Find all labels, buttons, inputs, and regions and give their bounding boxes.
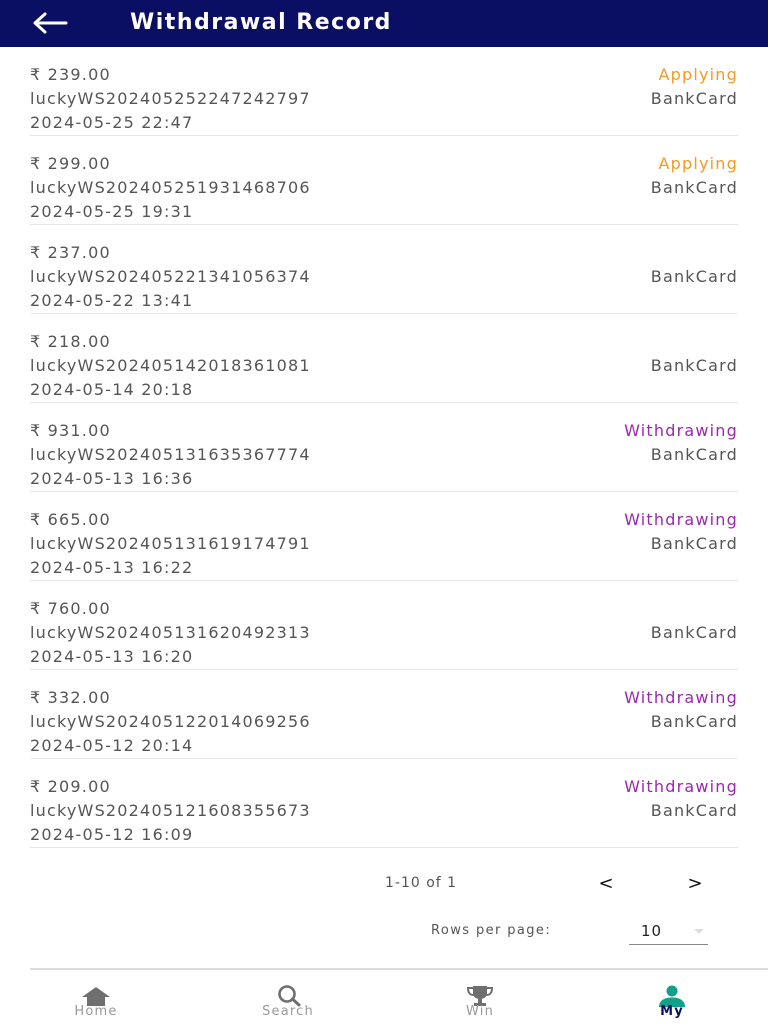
page-title: Withdrawal Record xyxy=(130,10,392,35)
record-amount: ₹ 299.00 xyxy=(30,154,111,173)
next-page-button[interactable]: > xyxy=(681,870,709,898)
withdrawal-record[interactable]: ₹ 665.00 luckyWS202405131619174791 2024-… xyxy=(30,492,738,581)
withdrawal-record[interactable]: ₹ 299.00 luckyWS202405251931468706 2024-… xyxy=(30,136,738,225)
record-status: Withdrawing xyxy=(624,510,738,529)
rows-per-page-value: 10 xyxy=(641,922,663,940)
record-order-number: luckyWS202405142018361081 xyxy=(30,356,311,375)
back-button[interactable] xyxy=(30,10,70,36)
record-order-number: luckyWS202405131620492313 xyxy=(30,623,311,642)
withdrawal-record[interactable]: ₹ 237.00 luckyWS202405221341056374 2024-… xyxy=(30,225,738,314)
record-time: 2024-05-13 16:36 xyxy=(30,469,194,488)
nav-item-home[interactable]: Home xyxy=(36,981,156,1024)
nav-divider xyxy=(30,968,768,970)
record-time: 2024-05-25 22:47 xyxy=(30,113,194,132)
app-header: Withdrawal Record xyxy=(0,0,768,47)
record-order-number: luckyWS202405121608355673 xyxy=(30,801,311,820)
record-order-number: luckyWS202405252247242797 xyxy=(30,89,311,108)
record-amount: ₹ 239.00 xyxy=(30,65,111,84)
record-method: BankCard xyxy=(650,267,738,286)
record-amount: ₹ 218.00 xyxy=(30,332,111,351)
record-method: BankCard xyxy=(650,534,738,553)
bottom-nav: Home Search Win My xyxy=(0,981,768,1024)
pagination-range: 1-10 of 1 xyxy=(385,875,458,891)
record-method: BankCard xyxy=(650,712,738,731)
record-method: BankCard xyxy=(650,801,738,820)
withdrawal-record-screen: Withdrawal Record ₹ 239.00 luckyWS202405… xyxy=(0,0,768,1024)
nav-item-my[interactable]: My xyxy=(612,981,732,1024)
record-amount: ₹ 237.00 xyxy=(30,243,111,262)
record-amount: ₹ 332.00 xyxy=(30,688,111,707)
record-order-number: luckyWS202405251931468706 xyxy=(30,178,311,197)
record-time: 2024-05-12 16:09 xyxy=(30,825,194,844)
record-time: 2024-05-14 20:18 xyxy=(30,380,194,399)
record-order-number: luckyWS202405221341056374 xyxy=(30,267,311,286)
withdrawal-record[interactable]: ₹ 332.00 luckyWS202405122014069256 2024-… xyxy=(30,670,738,759)
withdrawal-record[interactable]: ₹ 218.00 luckyWS202405142018361081 2024-… xyxy=(30,314,738,403)
record-amount: ₹ 931.00 xyxy=(30,421,111,440)
record-method: BankCard xyxy=(650,445,738,464)
record-status: Withdrawing xyxy=(624,688,738,707)
record-time: 2024-05-13 16:20 xyxy=(30,647,194,666)
record-order-number: luckyWS202405122014069256 xyxy=(30,712,311,731)
record-amount: ₹ 760.00 xyxy=(30,599,111,618)
nav-label-win: Win xyxy=(465,1004,495,1019)
record-time: 2024-05-13 16:22 xyxy=(30,558,194,577)
record-amount: ₹ 665.00 xyxy=(30,510,111,529)
rows-per-page-label: Rows per page: xyxy=(431,923,552,938)
record-status: Withdrawing xyxy=(624,421,738,440)
nav-label-home: Home xyxy=(74,1004,118,1019)
record-method: BankCard xyxy=(650,623,738,642)
rows-per-page-select[interactable]: 10 xyxy=(629,918,708,945)
withdrawal-record[interactable]: ₹ 239.00 luckyWS202405252247242797 2024-… xyxy=(30,47,738,136)
caret-down-icon xyxy=(694,929,704,934)
nav-item-win[interactable]: Win xyxy=(420,981,540,1024)
record-status: Applying xyxy=(658,65,738,84)
record-method: BankCard xyxy=(650,89,738,108)
record-status: Withdrawing xyxy=(624,777,738,796)
record-time: 2024-05-12 20:14 xyxy=(30,736,194,755)
record-method: BankCard xyxy=(650,356,738,375)
withdrawal-record[interactable]: ₹ 931.00 luckyWS202405131635367774 2024-… xyxy=(30,403,738,492)
record-time: 2024-05-22 13:41 xyxy=(30,291,194,310)
withdrawal-list: ₹ 239.00 luckyWS202405252247242797 2024-… xyxy=(30,47,738,848)
record-status: Applying xyxy=(658,154,738,173)
record-amount: ₹ 209.00 xyxy=(30,777,111,796)
record-method: BankCard xyxy=(650,178,738,197)
nav-label-my: My xyxy=(660,1004,684,1019)
arrow-left-icon xyxy=(33,12,68,34)
record-order-number: luckyWS202405131635367774 xyxy=(30,445,311,464)
withdrawal-record[interactable]: ₹ 209.00 luckyWS202405121608355673 2024-… xyxy=(30,759,738,848)
record-order-number: luckyWS202405131619174791 xyxy=(30,534,311,553)
nav-label-search: Search xyxy=(262,1004,314,1019)
nav-item-search[interactable]: Search xyxy=(228,981,348,1024)
record-time: 2024-05-25 19:31 xyxy=(30,202,194,221)
withdrawal-record[interactable]: ₹ 760.00 luckyWS202405131620492313 2024-… xyxy=(30,581,738,670)
previous-page-button[interactable]: < xyxy=(592,870,620,898)
